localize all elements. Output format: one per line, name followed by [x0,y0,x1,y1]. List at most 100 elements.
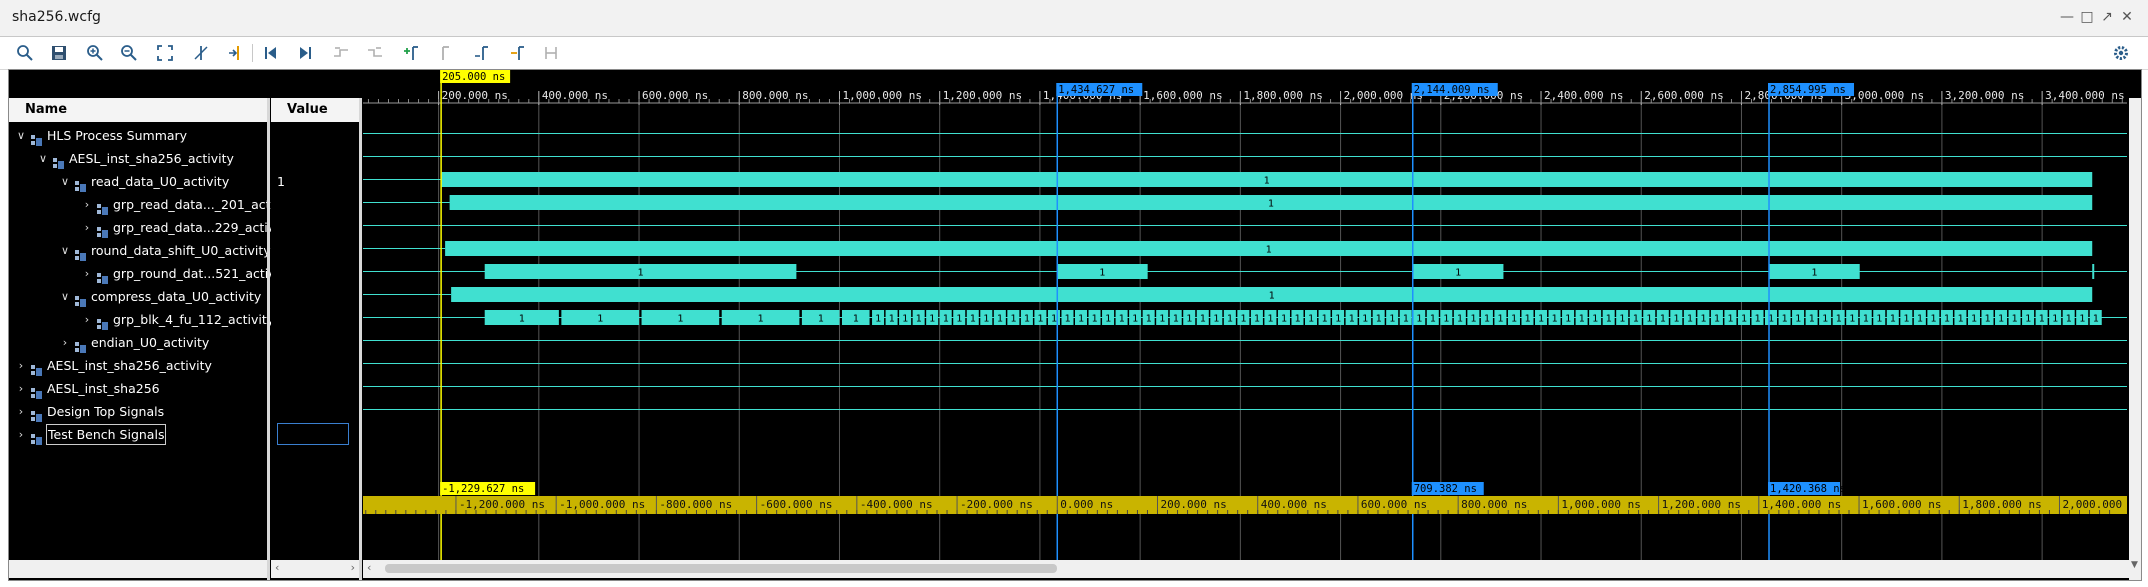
expand-chevron-icon[interactable]: › [15,400,27,423]
settings-icon[interactable] [2110,42,2132,64]
signal-row[interactable]: › Design Top Signals [9,400,269,423]
signal-row[interactable]: ∨ AESL_inst_sha256_activity [9,147,269,170]
signal-row[interactable]: › endian_U0_activity [9,331,269,354]
signal-group-icon [31,360,42,376]
wave-value-label: 1 [1335,314,1341,325]
expand-chevron-icon[interactable]: › [81,216,93,239]
expand-chevron-icon[interactable]: › [81,193,93,216]
value-hscrollbar[interactable]: ‹ › [271,560,359,578]
relative-axis-tick-label: 600.000 ns [1361,498,1427,511]
column-divider[interactable] [267,98,270,580]
expand-chevron-icon[interactable]: › [81,262,93,285]
go-to-last-time-icon[interactable] [294,42,316,64]
name-column-header[interactable]: Name [9,98,267,122]
add-marker-icon[interactable] [400,42,422,64]
wave-value-label: 1 [1646,314,1652,325]
signal-name[interactable]: Test Bench Signals [45,424,167,445]
minimize-icon[interactable]: — [2058,8,2076,26]
wave-value-label: 1 [1240,314,1246,325]
signal-name[interactable]: AESL_inst_sha256 [47,377,160,400]
wave-value-label: 1 [970,314,976,325]
signal-name[interactable]: round_data_shift_U0_activity [91,239,271,262]
top-axis-tick-label: 200.000 ns [442,89,508,102]
expand-chevron-icon[interactable]: › [15,354,27,377]
next-marker-icon[interactable] [470,42,492,64]
signal-row[interactable]: ∨ round_data_shift_U0_activity [9,239,271,262]
signal-name[interactable]: read_data_U0_activity [91,170,229,193]
collapse-chevron-icon[interactable]: ∨ [59,239,71,262]
marker-time-label: 2,854.995 ns [1770,84,1846,96]
collapse-chevron-icon[interactable]: ∨ [59,170,71,193]
goto-cursor-icon[interactable] [224,42,246,64]
expand-chevron-icon[interactable]: › [81,308,93,331]
collapse-chevron-icon[interactable]: ∨ [15,124,27,147]
signal-row[interactable]: › grp_round_dat...521_activit [9,262,284,285]
signal-name[interactable]: AESL_inst_sha256_activity [69,147,234,170]
scroll-right-icon[interactable]: › [351,561,355,574]
zoom-out-icon[interactable] [118,42,140,64]
wave-value-label: 1 [2039,314,2045,325]
signal-name[interactable]: grp_read_data..._201_activi [113,193,285,216]
signal-row[interactable]: › grp_blk_4_fu_112_activity [9,308,274,331]
signal-name[interactable]: Design Top Signals [47,400,164,423]
signal-row[interactable]: › grp_read_data...229_activit [9,216,284,239]
previous-transition-icon[interactable] [330,42,352,64]
wave-value-label: 1 [929,314,935,325]
go-to-time-0-icon[interactable] [260,42,282,64]
wave-value-label: 1 [1930,314,1936,325]
wave-value-label: 1 [1633,314,1639,325]
signal-row[interactable]: › AESL_inst_sha256_activity [9,354,269,377]
zoom-fit-icon[interactable] [154,42,176,64]
window-title: sha256.wcfg [12,9,101,25]
search-icon[interactable] [14,42,36,64]
close-icon[interactable]: ✕ [2118,8,2136,26]
signal-name[interactable]: grp_round_dat...521_activit [113,262,284,285]
signal-name[interactable]: grp_blk_4_fu_112_activity [113,308,274,331]
signal-name[interactable]: AESL_inst_sha256_activity [47,354,212,377]
value-column-header[interactable]: Value [271,98,359,122]
signal-row[interactable]: › AESL_inst_sha256 [9,377,269,400]
waveform-canvas[interactable]: 200.000 ns 400.000 ns 600.000 ns 800.000 ns… [363,70,2127,560]
vertical-scrollbar[interactable]: ▼ [2129,98,2141,580]
collapse-chevron-icon[interactable]: ∨ [37,147,49,170]
snap-to-transition-icon[interactable] [540,42,562,64]
signal-row[interactable]: ∨ read_data_U0_activity [9,170,269,193]
signal-group-icon [97,222,108,238]
scroll-left-icon[interactable]: ‹ [367,561,371,574]
marker-delta-label: 1,420.368 ns [1770,483,1846,495]
wave-value-label: 1 [1484,314,1490,325]
signal-row[interactable]: ∨ HLS Process Summary [9,124,269,147]
value-edit-box[interactable] [277,423,349,445]
signal-row[interactable]: › Test Bench Signals [9,423,269,446]
waveform-plot[interactable]: 200.000 ns 400.000 ns 600.000 ns 800.000 ns… [363,70,2127,560]
wave-value-label: 1 [1269,291,1275,302]
collapse-chevron-icon[interactable]: ∨ [59,285,71,308]
signal-name[interactable]: compress_data_U0_activity [91,285,261,308]
scroll-down-icon[interactable]: ▼ [2131,560,2139,570]
cursor-icon[interactable] [190,42,212,64]
expand-chevron-icon[interactable]: › [15,423,27,446]
wave-value-label: 1 [519,314,525,325]
wave-value-label: 1 [1822,314,1828,325]
swap-cursors-icon[interactable] [506,42,528,64]
name-hscrollbar[interactable] [9,560,267,578]
next-transition-icon[interactable] [364,42,386,64]
scrollbar-thumb[interactable] [385,564,1057,573]
wave-value-label: 1 [1267,314,1273,325]
signal-name[interactable]: grp_read_data...229_activit [113,216,284,239]
column-divider[interactable] [359,98,362,580]
plot-hscrollbar[interactable]: ‹ [363,560,2129,578]
signal-name[interactable]: HLS Process Summary [47,124,187,147]
expand-chevron-icon[interactable]: › [59,331,71,354]
expand-chevron-icon[interactable]: › [15,377,27,400]
maximize-icon[interactable]: □ [2078,8,2096,26]
restore-icon[interactable]: ↗ [2098,8,2116,26]
signal-row[interactable]: › grp_read_data..._201_activi [9,193,285,216]
zoom-in-icon[interactable] [84,42,106,64]
signal-group-icon [75,245,86,261]
signal-row[interactable]: ∨ compress_data_U0_activity [9,285,269,308]
signal-name[interactable]: endian_U0_activity [91,331,209,354]
scroll-left-icon[interactable]: ‹ [275,561,279,574]
save-icon[interactable] [48,42,70,64]
previous-marker-icon[interactable] [434,42,456,64]
